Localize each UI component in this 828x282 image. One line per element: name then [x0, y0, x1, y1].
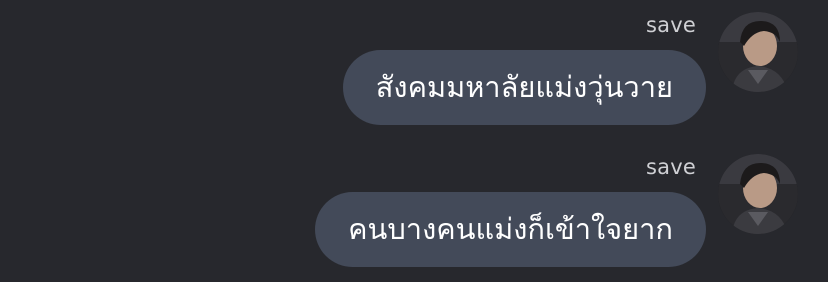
avatar-photo	[718, 12, 798, 92]
avatar-photo	[718, 154, 798, 234]
chat-thread: save สังคมมหาลัยแม่งวุ่นวาย save คนบางคน…	[0, 0, 828, 282]
message-group: save คนบางคนแม่งก็เข้าใจยาก	[0, 142, 828, 272]
message-bubble[interactable]: สังคมมหาลัยแม่งวุ่นวาย	[342, 50, 706, 125]
sender-name: save	[646, 13, 696, 37]
message-group: save สังคมมหาลัยแม่งวุ่นวาย	[0, 0, 828, 130]
message-bubble[interactable]: คนบางคนแม่งก็เข้าใจยาก	[315, 192, 706, 267]
avatar[interactable]	[718, 154, 798, 234]
sender-name: save	[646, 155, 696, 179]
avatar[interactable]	[718, 12, 798, 92]
